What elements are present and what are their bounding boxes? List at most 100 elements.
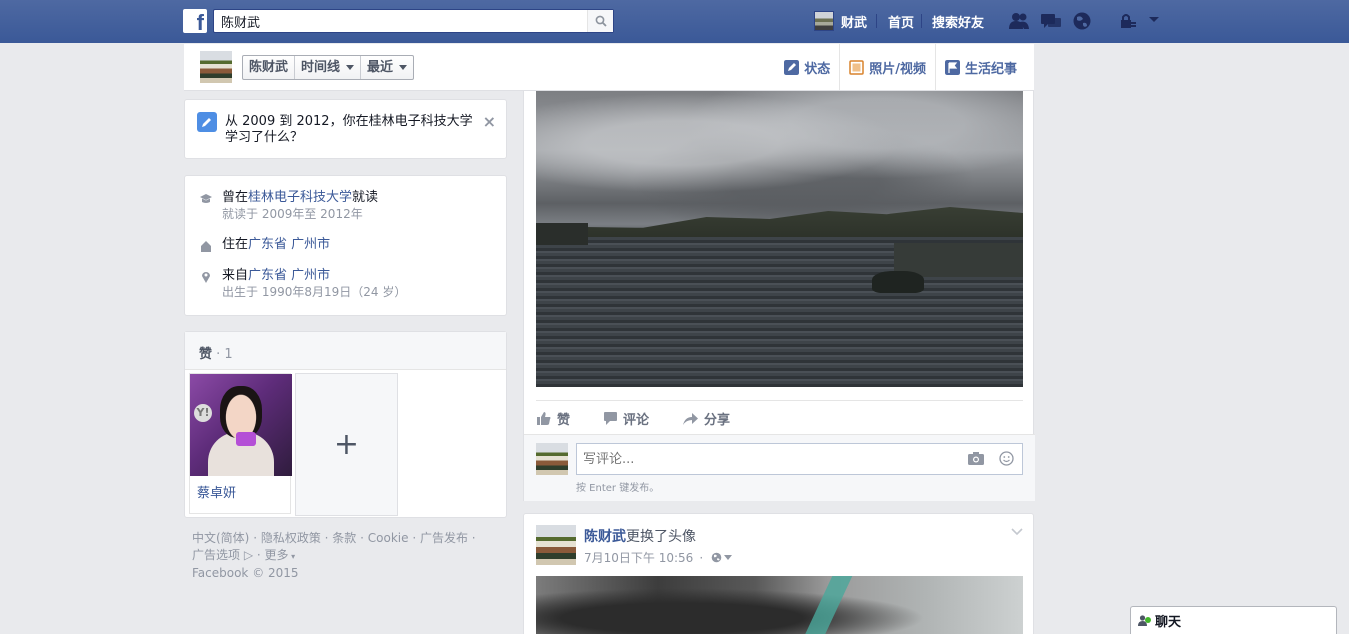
top-navigation-bar: f 财武 首页 搜索好友	[0, 0, 1349, 43]
avatar	[536, 443, 568, 475]
liked-page-tile[interactable]: Y! 蔡卓妍	[189, 373, 292, 514]
pencil-icon	[784, 59, 800, 75]
like-label: 赞	[557, 413, 571, 428]
footer-link-more[interactable]: 更多	[265, 548, 289, 562]
timeline-label: 时间线	[301, 60, 341, 75]
comment-button[interactable]: 评论	[604, 409, 649, 428]
avatar	[814, 11, 834, 31]
education-line: 曾在桂林电子科技大学就读	[222, 190, 378, 206]
account-menu-chevron-down-icon[interactable]	[1149, 17, 1159, 22]
comment-input[interactable]	[577, 444, 957, 474]
nav-home-link[interactable]: 首页	[888, 12, 914, 31]
like-button[interactable]: 赞	[537, 409, 570, 428]
photo-video-label: 照片/视频	[869, 61, 926, 77]
birthday-text: 出生于 1990年8月19日（24 岁）	[222, 285, 407, 299]
from-prefix: 来自	[222, 268, 249, 283]
post-title: 陈财武更换了头像	[584, 526, 696, 546]
nav-find-friends-link[interactable]: 搜索好友	[932, 12, 984, 31]
avatar[interactable]	[200, 51, 232, 83]
post-photo[interactable]	[536, 91, 1023, 387]
yahoo-logo-icon: Y!	[194, 404, 212, 422]
flag-icon	[944, 59, 960, 75]
share-button[interactable]: 分享	[683, 409, 730, 428]
post-timestamp[interactable]: 7月10日下午 10:56	[584, 549, 693, 566]
post-author-link[interactable]: 陈财武	[584, 529, 626, 545]
home-icon	[201, 241, 211, 252]
likes-card: 赞 · 1 Y! 蔡卓妍 +	[184, 331, 507, 518]
chat-tab[interactable]: 聊天	[1130, 606, 1337, 634]
search-box	[213, 9, 614, 33]
education-suffix: 就读	[352, 190, 379, 205]
comment-box	[576, 443, 1023, 475]
meta-separator: ·	[699, 550, 704, 565]
profile-name-label: 陈财武	[249, 60, 289, 75]
emoji-icon[interactable]	[999, 451, 1014, 466]
footer-link-advertising[interactable]: 广告发布	[420, 531, 468, 545]
footer-link-language[interactable]: 中文(简体)	[192, 531, 249, 545]
question-text[interactable]: 从 2009 到 2012，你在桂林电子科技大学学习了什么？	[225, 114, 475, 146]
footer-link-privacy[interactable]: 隐私权政策	[261, 531, 321, 545]
recent-dropdown-button[interactable]: 最近	[361, 56, 413, 79]
online-status-icon	[1145, 616, 1151, 623]
add-like-button[interactable]: +	[295, 373, 398, 516]
footer-link-cookie[interactable]: Cookie	[368, 531, 409, 545]
hometown-line: 来自广东省 广州市	[222, 268, 406, 284]
comment-section: 按 Enter 键发布。	[524, 434, 1035, 501]
friend-requests-icon[interactable]	[1008, 11, 1030, 31]
profile-name-button[interactable]: 陈财武	[243, 56, 296, 79]
avatar[interactable]	[536, 525, 576, 565]
post-meta: 7月10日下午 10:56 ·	[584, 549, 733, 566]
life-event-button[interactable]: 生活纪事	[934, 44, 1026, 90]
footer-link-ad-choices[interactable]: 广告选项	[192, 548, 240, 562]
close-icon[interactable]: ×	[483, 112, 496, 131]
post-options-chevron-down-icon[interactable]	[1011, 528, 1023, 536]
notifications-globe-icon[interactable]	[1071, 11, 1093, 31]
comment-label: 评论	[623, 413, 650, 428]
timeline-dropdown-button[interactable]: 时间线	[295, 56, 362, 79]
timeline-nav-buttons: 陈财武 时间线 最近	[242, 55, 415, 80]
nav-separator	[876, 14, 877, 28]
about-card: 曾在桂林电子科技大学就读 就读于 2009年至 2012年 住在广东省 广州市 …	[184, 175, 507, 316]
messages-icon[interactable]	[1040, 11, 1062, 31]
life-event-label: 生活纪事	[964, 61, 1017, 77]
thumbs-up-icon	[537, 412, 551, 425]
location-pin-icon	[202, 272, 210, 283]
photo-video-button[interactable]: 照片/视频	[839, 44, 935, 90]
liked-page-name[interactable]: 蔡卓妍	[190, 476, 290, 507]
footer-link-terms[interactable]: 条款	[332, 531, 356, 545]
timeline-post: 陈财武更换了头像 7月10日下午 10:56 ·	[523, 513, 1034, 634]
school-link[interactable]: 桂林电子科技大学	[248, 190, 352, 205]
microphone-icon	[236, 432, 256, 446]
photo-icon	[849, 59, 864, 75]
camera-icon[interactable]	[968, 452, 984, 465]
composer-actions: 状态 照片/视频 生活纪事	[775, 44, 1026, 90]
graduation-cap-icon	[200, 194, 212, 203]
comment-icon	[604, 412, 618, 425]
hometown-link[interactable]: 广东省 广州市	[248, 268, 330, 283]
timeline-header: 陈财武 时间线 最近 状态 照片/视频 生活纪事	[184, 44, 1034, 91]
current-city-link[interactable]: 广东省 广州市	[248, 237, 330, 252]
likes-count: · 1	[212, 347, 233, 362]
current-city-item: 住在广东省 广州市	[199, 237, 330, 253]
chevron-down-icon[interactable]	[724, 555, 733, 560]
privacy-shortcuts-icon[interactable]	[1119, 13, 1137, 32]
share-arrow-icon	[683, 413, 699, 425]
nav-separator	[921, 14, 922, 28]
likes-title[interactable]: 赞	[199, 347, 212, 362]
status-button[interactable]: 状态	[775, 44, 839, 90]
chevron-down-icon	[346, 65, 355, 70]
recent-label: 最近	[367, 60, 394, 75]
search-input[interactable]	[214, 10, 584, 32]
search-button[interactable]	[587, 10, 613, 32]
liked-page-photo[interactable]: Y!	[190, 374, 292, 476]
lives-prefix: 住在	[222, 237, 249, 252]
likes-header: 赞 · 1	[185, 332, 506, 370]
edit-pencil-icon	[197, 112, 217, 132]
privacy-globe-icon[interactable]	[711, 552, 722, 563]
nav-profile-link[interactable]: 财武	[814, 10, 867, 32]
timeline-post: 赞 评论 分享 按 Enter 键发布。	[523, 91, 1035, 501]
ad-choices-icon: ▷	[240, 548, 254, 562]
post-photo[interactable]	[536, 576, 1023, 634]
facebook-logo-icon[interactable]: f	[183, 9, 207, 35]
status-label: 状态	[804, 61, 831, 77]
